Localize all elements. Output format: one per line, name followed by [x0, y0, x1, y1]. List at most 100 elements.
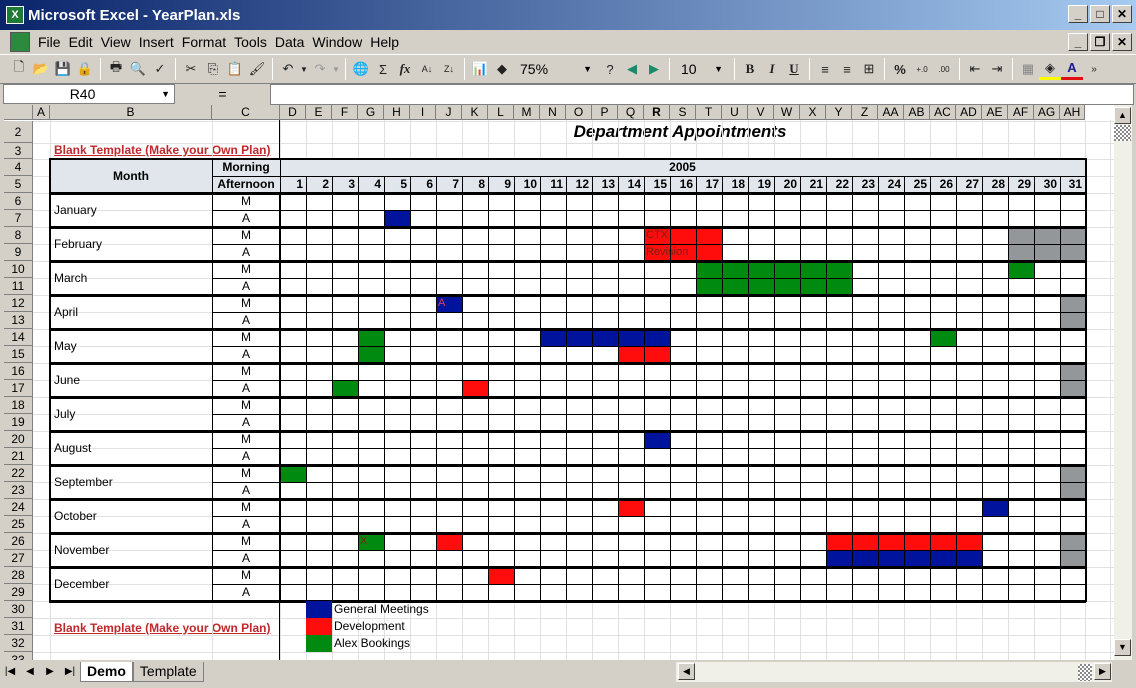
row-header[interactable]: 19 — [4, 414, 33, 431]
row-header[interactable]: 32 — [4, 635, 33, 652]
row-header[interactable]: 5 — [4, 176, 33, 193]
booking-meeting[interactable] — [384, 210, 410, 227]
menu-data[interactable]: Data — [271, 34, 309, 50]
booking-alex[interactable] — [358, 329, 384, 346]
row-header[interactable]: 26 — [4, 533, 33, 550]
merge-center-icon[interactable]: ⊞ — [858, 58, 880, 80]
paste-icon[interactable]: 📋 — [224, 58, 246, 80]
doc-restore-button[interactable]: ❐ — [1090, 33, 1110, 51]
hyperlink-icon[interactable]: 🌐 — [350, 58, 372, 80]
booking-alex[interactable] — [358, 346, 384, 363]
column-header[interactable]: V — [748, 105, 774, 120]
menu-help[interactable]: Help — [366, 34, 403, 50]
menu-window[interactable]: Window — [308, 34, 366, 50]
row-header[interactable]: 2 — [4, 121, 33, 143]
undo-dropdown-icon[interactable]: ▼ — [299, 58, 309, 80]
column-header[interactable]: B — [50, 105, 212, 120]
scroll-up-icon[interactable]: ▲ — [1114, 107, 1131, 124]
column-header[interactable]: O — [566, 105, 592, 120]
forward-icon[interactable]: ▶ — [643, 58, 665, 80]
row-header[interactable]: 21 — [4, 448, 33, 465]
minimize-button[interactable]: _ — [1068, 5, 1088, 23]
column-header[interactable]: AF — [1008, 105, 1034, 120]
print-preview-icon[interactable]: 🔍 — [127, 58, 149, 80]
autosum-icon[interactable]: Σ — [372, 58, 394, 80]
scroll-right-icon[interactable]: ▶ — [1094, 663, 1111, 680]
column-header[interactable]: AA — [878, 105, 904, 120]
booking-meeting[interactable] — [540, 329, 670, 346]
menu-view[interactable]: View — [97, 34, 135, 50]
booking-unavailable[interactable] — [1008, 227, 1085, 244]
row-header[interactable]: 29 — [4, 584, 33, 601]
column-header[interactable]: Q — [618, 105, 644, 120]
undo-icon[interactable]: ↶ — [277, 58, 299, 80]
booking-unavailable[interactable] — [1060, 363, 1085, 380]
italic-button[interactable]: I — [761, 58, 783, 80]
booking-development[interactable] — [618, 499, 644, 516]
row-header[interactable]: 31 — [4, 618, 33, 635]
row-header[interactable]: 8 — [4, 227, 33, 244]
maximize-button[interactable]: □ — [1090, 5, 1110, 23]
increase-decimal-icon[interactable]: +.0 — [911, 58, 933, 80]
row-header[interactable]: 6 — [4, 193, 33, 210]
column-header[interactable]: M — [514, 105, 540, 120]
column-header[interactable]: L — [488, 105, 514, 120]
chevron-down-icon[interactable]: ▼ — [161, 89, 170, 99]
column-header[interactable]: U — [722, 105, 748, 120]
sort-descending-icon[interactable]: Z↓ — [438, 58, 460, 80]
spelling-icon[interactable]: ✓ — [149, 58, 171, 80]
print-icon[interactable]: 🖶 — [105, 58, 127, 80]
menu-format[interactable]: Format — [178, 34, 230, 50]
menu-tools[interactable]: Tools — [230, 34, 271, 50]
zoom-select[interactable]: 75% ▼ — [516, 59, 596, 79]
last-sheet-icon[interactable]: ▶| — [60, 662, 80, 682]
booking-unavailable[interactable] — [1060, 380, 1085, 397]
cut-icon[interactable]: ✂ — [180, 58, 202, 80]
column-header[interactable]: J — [436, 105, 462, 120]
scroll-down-icon[interactable]: ▼ — [1114, 639, 1131, 656]
booking-meeting[interactable]: A — [436, 295, 462, 312]
row-header[interactable]: 13 — [4, 312, 33, 329]
row-header[interactable]: 30 — [4, 601, 33, 618]
percent-button[interactable]: % — [889, 58, 911, 80]
row-header[interactable]: 23 — [4, 482, 33, 499]
row-header[interactable]: 28 — [4, 567, 33, 584]
worksheet-grid[interactable]: Department Appointments Blank Template (… — [4, 105, 1114, 660]
row-header[interactable]: 18 — [4, 397, 33, 414]
open-icon[interactable]: 📂 — [30, 58, 52, 80]
decrease-decimal-icon[interactable]: .00 — [933, 58, 955, 80]
booking-unavailable[interactable] — [1060, 550, 1085, 567]
booking-development[interactable] — [436, 533, 462, 550]
permission-icon[interactable]: 🔒 — [74, 58, 96, 80]
column-header[interactable]: Y — [826, 105, 852, 120]
menu-file[interactable]: File — [34, 34, 65, 50]
underline-button[interactable]: U — [783, 58, 805, 80]
row-header[interactable]: 17 — [4, 380, 33, 397]
column-header[interactable]: X — [800, 105, 826, 120]
tab-demo[interactable]: Demo — [80, 662, 133, 682]
booking-development[interactable]: CTX — [644, 227, 722, 244]
row-header[interactable]: 16 — [4, 363, 33, 380]
copy-icon[interactable]: ⎘ — [202, 58, 224, 80]
drawing-icon[interactable]: ◆ — [491, 58, 513, 80]
column-header[interactable]: G — [358, 105, 384, 120]
new-icon[interactable]: 🗋 — [8, 58, 30, 80]
row-header[interactable]: 12 — [4, 295, 33, 312]
row-header[interactable]: 24 — [4, 499, 33, 516]
save-icon[interactable]: 💾 — [52, 58, 74, 80]
doc-minimize-button[interactable]: _ — [1068, 33, 1088, 51]
decrease-indent-icon[interactable]: ⇤ — [964, 58, 986, 80]
redo-dropdown-icon[interactable]: ▼ — [331, 58, 341, 80]
column-header[interactable]: N — [540, 105, 566, 120]
column-header[interactable]: S — [670, 105, 696, 120]
format-painter-icon[interactable]: 🖌 — [246, 58, 268, 80]
column-header[interactable]: AB — [904, 105, 930, 120]
column-header[interactable]: AD — [956, 105, 982, 120]
row-header[interactable]: 11 — [4, 278, 33, 295]
function-icon[interactable]: fx — [394, 58, 416, 80]
booking-unavailable[interactable] — [1060, 295, 1085, 312]
column-header[interactable]: T — [696, 105, 722, 120]
booking-unavailable[interactable] — [1060, 312, 1085, 329]
booking-meeting[interactable] — [982, 499, 1008, 516]
column-header[interactable]: K — [462, 105, 488, 120]
